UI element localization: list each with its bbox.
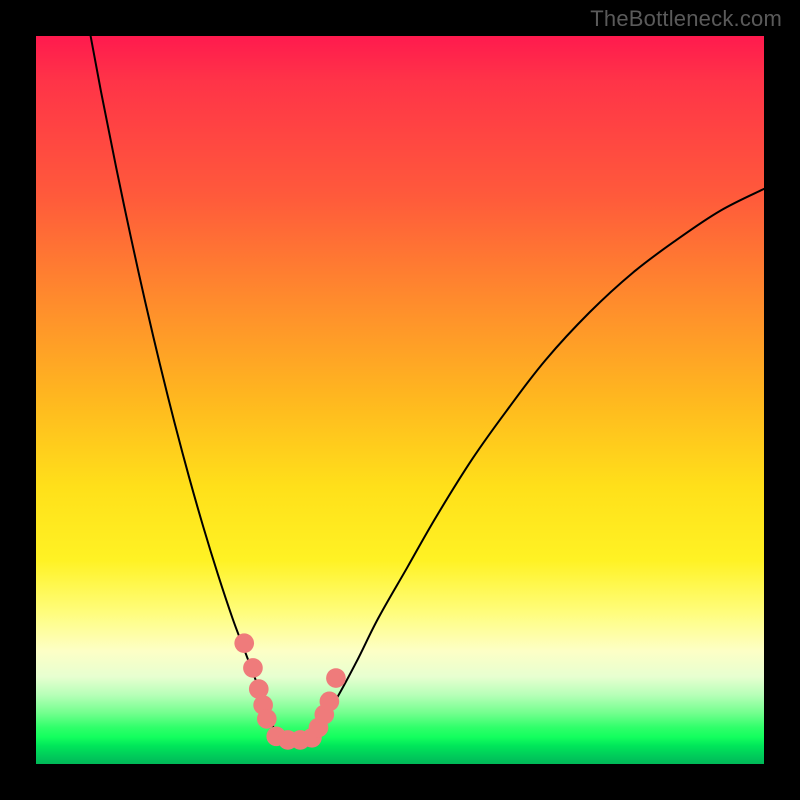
marker-dot — [243, 658, 263, 678]
marker-dot — [234, 633, 254, 653]
chart-container: TheBottleneck.com — [0, 0, 800, 800]
marker-dot — [326, 668, 346, 688]
series-right-curve — [313, 189, 764, 735]
marker-dot — [257, 709, 277, 729]
series-layer — [91, 36, 764, 741]
watermark-text: TheBottleneck.com — [590, 6, 782, 32]
series-left-curve — [91, 36, 277, 735]
marker-layer — [234, 633, 345, 749]
marker-dot — [320, 692, 340, 712]
curve-overlay — [36, 36, 764, 764]
plot-area — [36, 36, 764, 764]
